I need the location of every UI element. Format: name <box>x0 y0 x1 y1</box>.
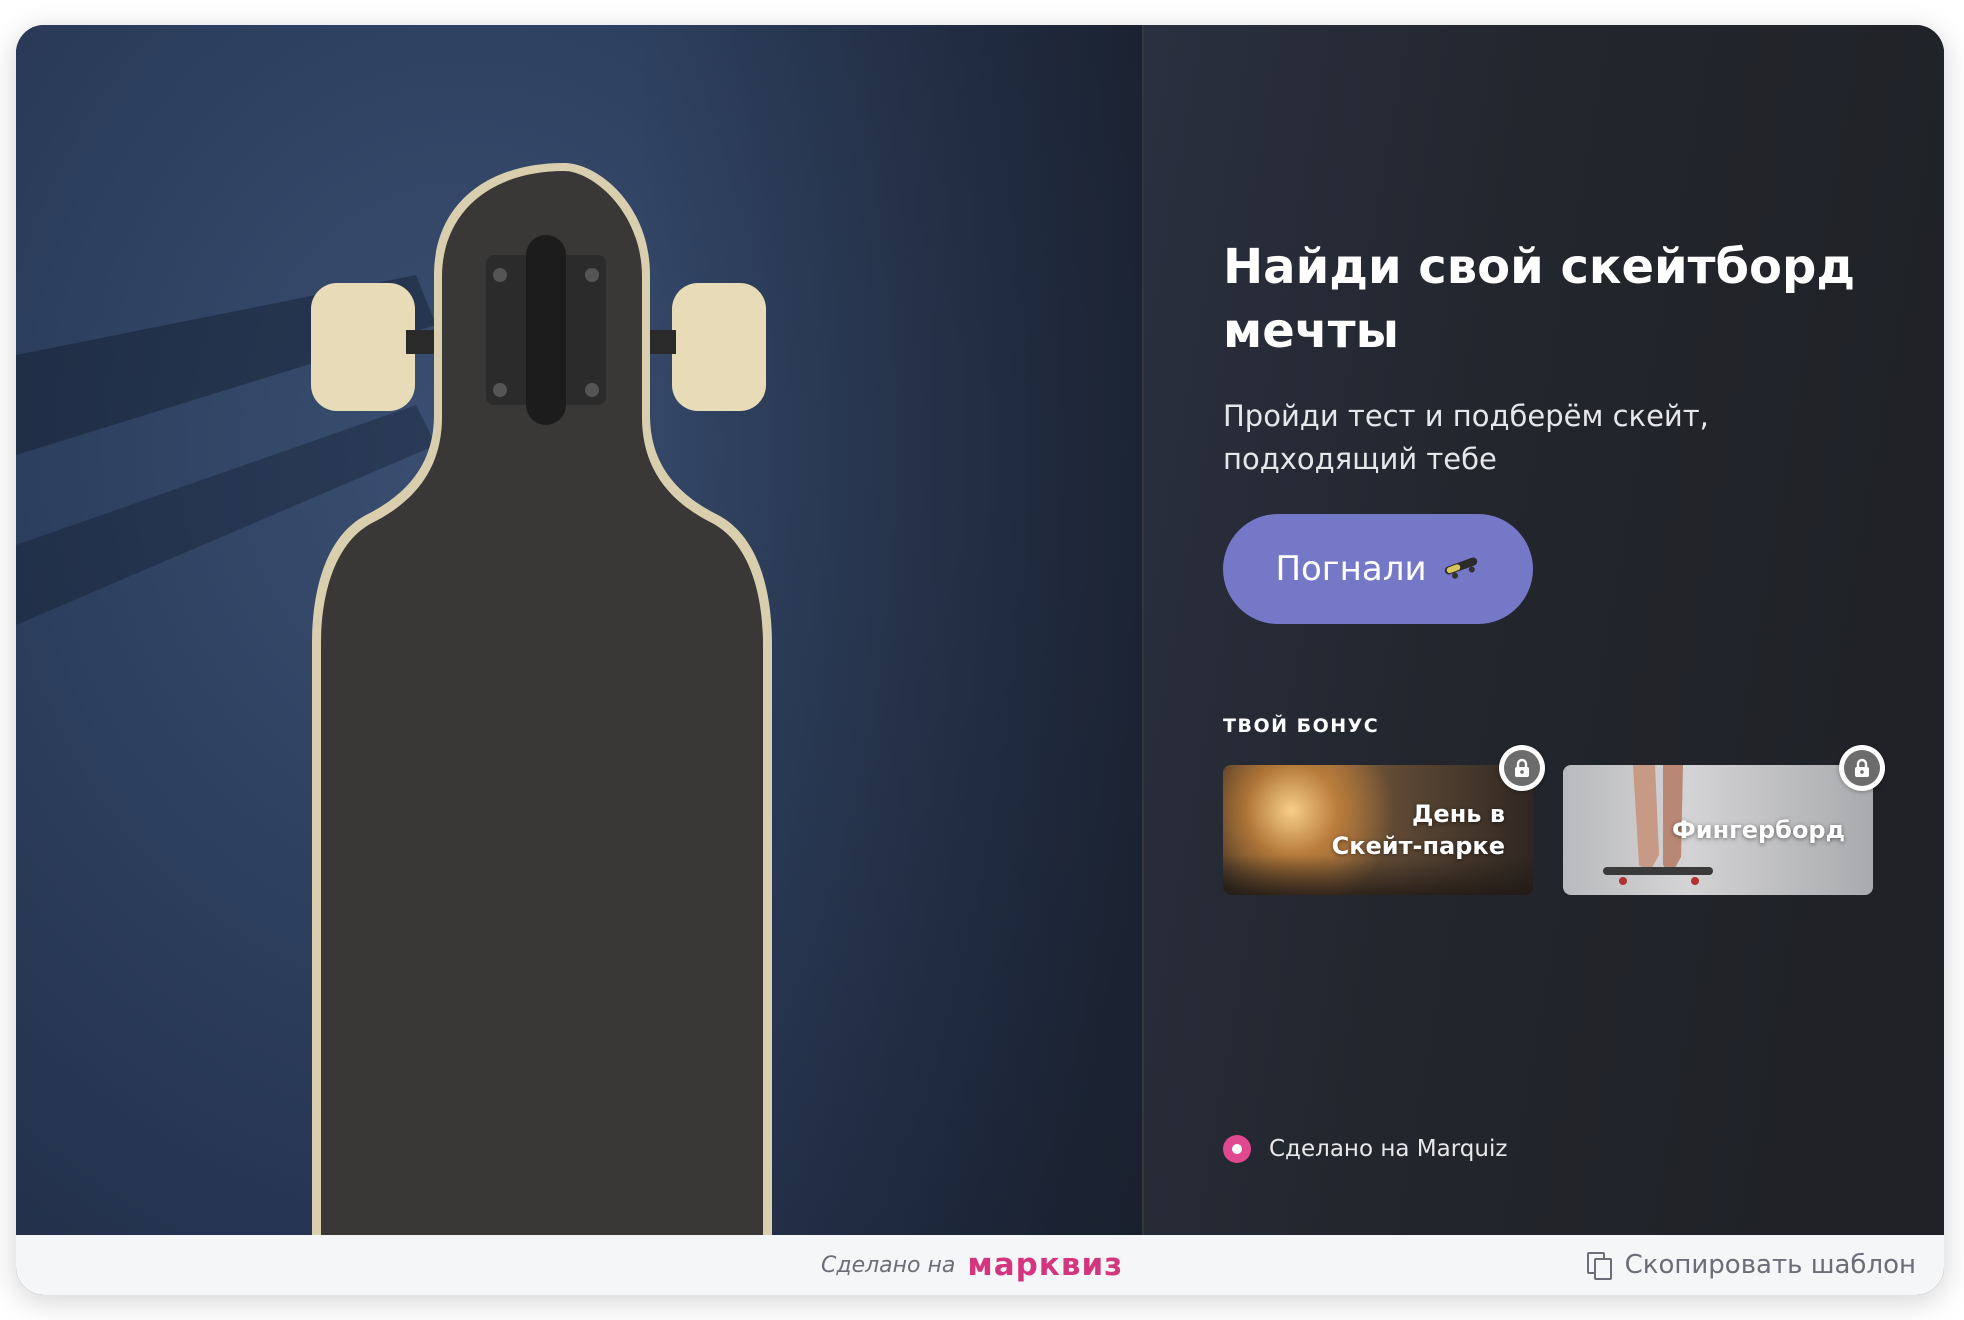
footer-made-text: Сделано на <box>821 1252 956 1278</box>
made-on-marquiz-link[interactable]: Сделано на Marquiz <box>1223 1135 1507 1163</box>
hero-image <box>16 25 1142 1235</box>
footer-bar: Сделано на марквиз Скопировать шаблон <box>16 1235 1944 1295</box>
longboard-illustration <box>16 163 772 1235</box>
made-on-text: Сделано на Marquiz <box>1269 1136 1508 1162</box>
quiz-frame: Найди свой скейтборд мечты Пройди тест и… <box>16 25 1944 1295</box>
marquiz-logo-icon <box>1223 1135 1251 1163</box>
skateboard-icon <box>1441 552 1481 587</box>
bonus-card-label: Фингерборд <box>1671 816 1845 844</box>
bonus-card-label: День в Скейт-парке <box>1331 800 1505 860</box>
copy-icon <box>1586 1252 1612 1280</box>
page-subtitle: Пройди тест и подберём скейт, подходящий… <box>1223 399 1709 476</box>
bonus-heading: ТВОЙ БОНУС <box>1223 715 1380 737</box>
page-title: Найди свой скейтборд мечты <box>1223 239 1856 359</box>
marquiz-brand-logo: марквиз <box>967 1247 1124 1283</box>
bonus-card-fingerboard[interactable]: Фингерборд <box>1563 745 1885 895</box>
footer-made-on[interactable]: Сделано на марквиз <box>821 1235 1123 1295</box>
start-button[interactable]: Погнали <box>1223 514 1533 624</box>
copy-template-label: Скопировать шаблон <box>1624 1250 1916 1280</box>
intro-panel: Найди свой скейтборд мечты Пройди тест и… <box>1144 25 1944 1235</box>
lock-icon <box>1839 745 1885 791</box>
bonus-card-skatepark[interactable]: День в Скейт-парке <box>1223 745 1545 895</box>
lock-icon <box>1499 745 1545 791</box>
copy-template-button[interactable]: Скопировать шаблон <box>1586 1235 1916 1295</box>
start-button-label: Погнали <box>1275 549 1427 589</box>
